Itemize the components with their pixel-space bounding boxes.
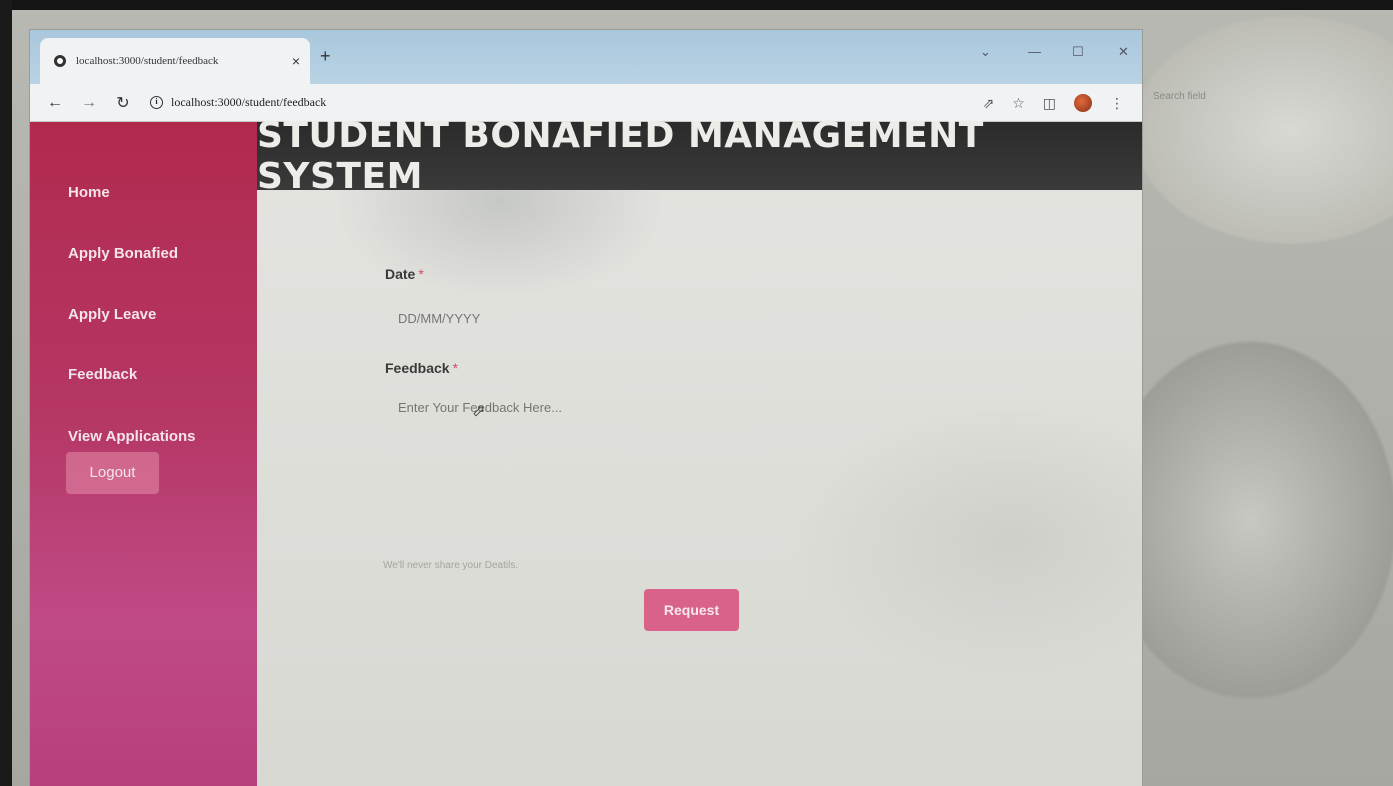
feedback-label-text: Feedback (385, 360, 450, 376)
tab-bar: localhost:3000/student/feedback × + ⌄ — … (30, 30, 1142, 84)
reload-icon[interactable]: ↻ (114, 93, 132, 113)
sidebar-item-view-applications[interactable]: View Applications (68, 428, 196, 445)
monitor-bezel-top (0, 0, 1393, 10)
close-tab-icon[interactable]: × (292, 53, 300, 69)
background-search-ghost: Search field (1153, 91, 1206, 102)
date-label-text: Date (385, 266, 416, 282)
sidepanel-icon[interactable]: ◫ (1043, 95, 1056, 112)
logout-button[interactable]: Logout (66, 452, 159, 494)
close-window-icon[interactable]: ✕ (1118, 44, 1129, 60)
chevron-down-icon[interactable]: ⌄ (980, 44, 991, 60)
browser-window: localhost:3000/student/feedback × + ⌄ — … (30, 30, 1142, 786)
page-title: STUDENT BONAFIED MANAGEMENT SYSTEM (257, 115, 1142, 197)
back-icon[interactable]: ← (46, 94, 64, 112)
request-button[interactable]: Request (644, 589, 739, 631)
address-bar[interactable]: i localhost:3000/student/feedback (150, 90, 326, 116)
new-tab-button[interactable]: + (320, 46, 331, 67)
required-mark: * (418, 266, 424, 282)
info-icon[interactable]: i (150, 96, 163, 109)
star-icon[interactable]: ☆ (1012, 95, 1025, 112)
sidebar: Home Apply Bonafied Apply Leave Feedback… (30, 122, 257, 786)
sidebar-item-apply-leave[interactable]: Apply Leave (68, 306, 156, 323)
sidebar-item-home[interactable]: Home (68, 184, 110, 201)
share-icon[interactable]: ⇗ (982, 95, 994, 112)
sidebar-item-apply-bonafied[interactable]: Apply Bonafied (68, 245, 178, 262)
maximize-icon[interactable]: ☐ (1072, 44, 1084, 60)
date-label: Date * (385, 266, 424, 282)
forward-icon[interactable]: → (80, 94, 98, 112)
privacy-hint: We'll never share your Deatils. (383, 560, 519, 571)
tab-title: localhost:3000/student/feedback (76, 55, 219, 67)
toolbar-actions: ⇗ ☆ ◫ ⋮ (982, 94, 1124, 112)
sidebar-item-feedback[interactable]: Feedback (68, 366, 137, 383)
globe-icon (54, 55, 66, 67)
date-input[interactable] (398, 308, 698, 328)
minimize-icon[interactable]: — (1028, 44, 1041, 59)
browser-tab[interactable]: localhost:3000/student/feedback × (40, 38, 310, 84)
monitor-bezel-left (0, 0, 12, 786)
required-mark: * (452, 360, 459, 376)
address-text: localhost:3000/student/feedback (171, 95, 327, 109)
more-menu-icon[interactable]: ⋮ (1110, 95, 1124, 112)
profile-avatar[interactable] (1074, 94, 1092, 112)
page-content: Home Apply Bonafied Apply Leave Feedback… (30, 115, 1142, 786)
mouse-cursor-icon: ⬀ (472, 403, 486, 420)
feedback-label: Feedback * (385, 360, 458, 376)
